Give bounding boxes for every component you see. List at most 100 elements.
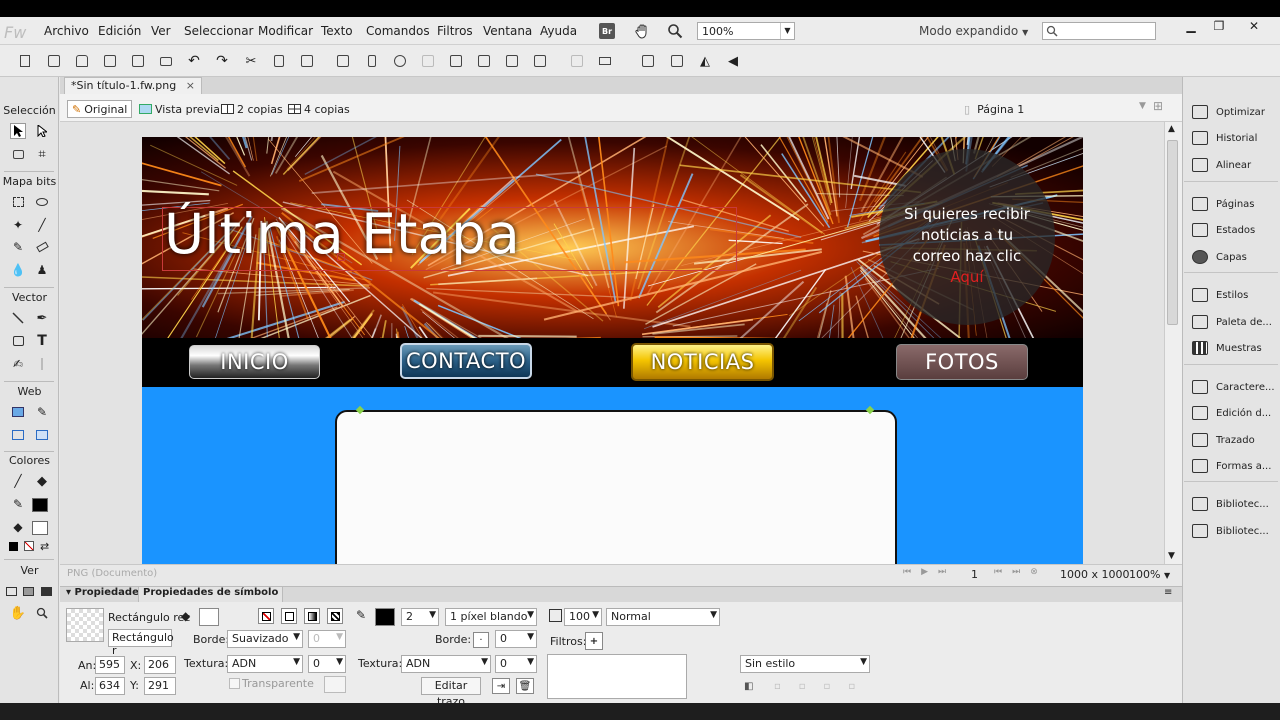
fill-color-bucket-icon[interactable]: ◆ <box>10 519 26 535</box>
bring-to-front-icon[interactable] <box>448 53 464 69</box>
view-preview-button[interactable]: Vista previa <box>139 100 220 118</box>
bring-forward-icon[interactable] <box>476 53 492 69</box>
panel-menu-icon[interactable]: ≡ <box>1164 587 1172 598</box>
panel-edit[interactable]: Edición d... <box>1192 404 1271 422</box>
menu-modificar[interactable]: Modificar <box>258 24 313 38</box>
view-original-button[interactable]: ✎ Original <box>67 100 133 118</box>
opacity-select[interactable]: 100 ▼ <box>564 608 602 626</box>
fill-color-picker[interactable] <box>199 608 219 626</box>
redo-icon[interactable]: ↷ <box>214 53 230 69</box>
promo-link[interactable]: Aquí <box>879 267 1055 288</box>
flip-vertical-icon[interactable]: ◀ <box>725 53 741 69</box>
stroke-type-select[interactable]: 1 píxel blando ▼ <box>445 608 537 626</box>
zoom-select[interactable]: 100% ▼ <box>697 22 795 40</box>
split-icon[interactable] <box>420 53 436 69</box>
fill-texture-amount[interactable]: 0 ▼ <box>308 655 346 673</box>
stroke-color-picker[interactable] <box>375 608 395 626</box>
paint-bucket-tool-icon[interactable]: ◆ <box>34 473 50 489</box>
frame-nav-icons[interactable]: ⏮⏭⊗ <box>994 567 1048 577</box>
delete-stroke-icon[interactable]: 🗑 <box>516 678 534 694</box>
content-rectangle[interactable] <box>335 410 897 590</box>
crop-tool-icon[interactable]: ⌗ <box>34 146 50 162</box>
undo-icon[interactable]: ↶ <box>186 53 202 69</box>
edit-stroke-button[interactable]: Editar trazo <box>421 677 481 708</box>
nav-fotos[interactable]: FOTOS <box>896 344 1028 380</box>
ungroup-icon[interactable] <box>364 53 380 69</box>
stroke-size-select[interactable]: 2 ▼ <box>401 608 439 626</box>
rotate-right-icon[interactable] <box>669 53 685 69</box>
stroke-position-icon[interactable]: ⇥ <box>492 678 510 694</box>
stroke-edge-amount[interactable]: 0 ▼ <box>495 630 537 648</box>
menu-archivo[interactable]: Archivo <box>44 24 89 38</box>
pen-tool-icon[interactable]: ✒ <box>34 310 50 326</box>
stroke-color-swatch[interactable] <box>32 498 48 512</box>
fill-none-icon[interactable] <box>258 608 274 624</box>
cut-icon[interactable]: ✂ <box>243 53 259 69</box>
text-tool-icon[interactable]: T <box>34 333 50 349</box>
menu-edicion[interactable]: Edición <box>98 24 141 38</box>
import-icon[interactable] <box>102 53 118 69</box>
fill-edge-amount[interactable]: 0 ▼ <box>308 630 346 648</box>
panel-path[interactable]: Trazado <box>1192 431 1255 449</box>
fill-pattern-icon[interactable] <box>327 608 343 624</box>
close-tab-icon[interactable]: × <box>186 79 195 92</box>
send-to-back-icon[interactable] <box>532 53 548 69</box>
panel-pages[interactable]: Páginas <box>1192 195 1255 213</box>
bridge-button[interactable]: Br <box>599 23 615 39</box>
rotate-left-icon[interactable] <box>640 53 656 69</box>
fill-solid-icon[interactable] <box>281 608 297 624</box>
scrollbar-thumb[interactable] <box>1167 140 1178 325</box>
standard-screen-icon[interactable] <box>4 583 18 599</box>
panel-shapes[interactable]: Formas a... <box>1192 457 1271 475</box>
full-screen-menus-icon[interactable] <box>21 583 35 599</box>
rubber-stamp-tool-icon[interactable]: ♟ <box>34 262 50 278</box>
panel-character[interactable]: Caractere... <box>1192 378 1275 396</box>
height-input[interactable]: 634 <box>95 677 125 695</box>
export-icon[interactable] <box>130 53 146 69</box>
frame-controls[interactable]: ⏮▶⏭ <box>903 567 956 577</box>
filters-list[interactable] <box>547 654 687 699</box>
subselect-tool-icon[interactable] <box>34 123 50 139</box>
panel-swatches[interactable]: Muestras <box>1192 339 1262 357</box>
view-4up-button[interactable]: 4 copias <box>288 100 350 118</box>
full-screen-icon[interactable] <box>39 583 53 599</box>
canvas-size-label[interactable]: 1000 x 1000 <box>1060 568 1130 581</box>
hand-tool-icon[interactable] <box>632 21 652 41</box>
menu-ayuda[interactable]: Ayuda <box>540 24 577 38</box>
panel-library[interactable]: Bibliotec... <box>1192 495 1269 513</box>
minimize-button[interactable]: ▁ <box>1180 19 1202 37</box>
panel-align[interactable]: Alinear <box>1192 156 1251 174</box>
eraser-tool-icon[interactable] <box>34 239 50 255</box>
tab-symbol-properties[interactable]: Propiedades de símbolo <box>138 587 284 603</box>
hand-tool-icon[interactable]: ✋ <box>10 605 26 621</box>
transparent-checkbox[interactable] <box>229 678 240 689</box>
x-input[interactable]: 206 <box>144 656 176 674</box>
line-tool-icon[interactable] <box>10 310 26 326</box>
align-icon[interactable] <box>597 53 613 69</box>
style-select[interactable]: Sin estilo ▼ <box>740 655 870 673</box>
blend-mode-select[interactable]: Normal ▼ <box>606 608 720 626</box>
panel-styles[interactable]: Estilos <box>1192 286 1248 304</box>
menu-texto[interactable]: Texto <box>321 24 353 38</box>
panel-optimize[interactable]: Optimizar <box>1192 103 1265 121</box>
page-options-icon[interactable]: ⊞ <box>1153 99 1163 113</box>
blur-tool-icon[interactable]: 💧 <box>10 262 26 278</box>
new-file-icon[interactable] <box>17 53 33 69</box>
panel-library[interactable]: Bibliotec... <box>1192 522 1269 540</box>
pencil-tool-icon[interactable]: ✎ <box>10 239 26 255</box>
panel-states[interactable]: Estados <box>1192 221 1255 239</box>
texture-edit-icon[interactable] <box>324 676 346 693</box>
close-window-button[interactable]: ✕ <box>1243 19 1265 37</box>
width-input[interactable]: 595 <box>95 656 125 674</box>
menu-ver[interactable]: Ver <box>151 24 171 38</box>
eyedropper-tool-icon[interactable]: ╱ <box>10 473 26 489</box>
y-input[interactable]: 291 <box>144 677 176 695</box>
send-backward-icon[interactable] <box>504 53 520 69</box>
nav-noticias[interactable]: NOTICIAS <box>631 343 774 381</box>
scale-tool-icon[interactable] <box>10 146 26 162</box>
hotspot-tool-icon[interactable] <box>10 404 26 420</box>
fill-edge-select[interactable]: Suavizado ▼ <box>227 630 303 648</box>
document-tab[interactable]: *Sin título-1.fw.png × <box>64 77 202 94</box>
zoom-tool-icon[interactable] <box>34 605 50 621</box>
hide-hotspots-icon[interactable] <box>10 427 26 443</box>
